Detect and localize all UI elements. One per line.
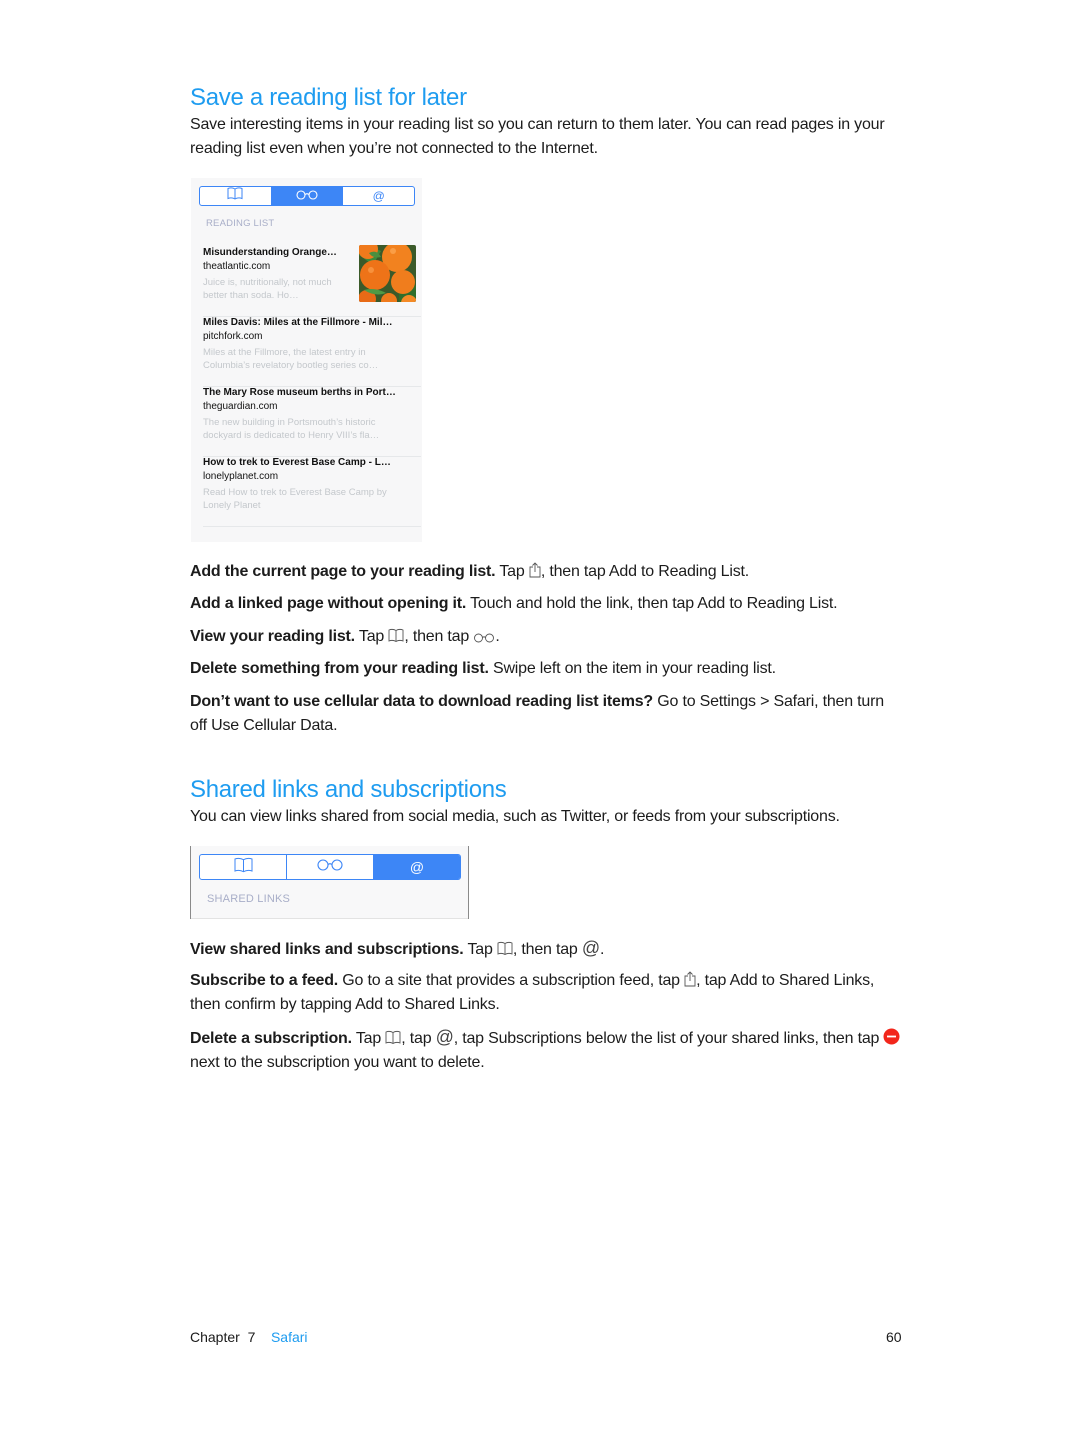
item-snippet: Juice is, nutritionally, not much better… [203,277,332,301]
item-domain: theguardian.com [203,401,278,412]
share-icon [684,971,696,987]
tip-delete-item: Delete something from your reading list.… [190,660,776,677]
footer-chapter: Chapter 7 Safari [190,1329,308,1345]
section-heading-reading-list: Save a reading list for later [190,84,467,111]
item-title: Misunderstanding Orange… [203,247,337,258]
tab-reading-list[interactable] [271,187,344,205]
tip-add-current-page: Add the current page to your reading lis… [190,562,750,580]
chapter-number: 7 [247,1329,256,1345]
section-intro-shared-links: You can view links shared from social me… [190,808,840,825]
reading-list-item[interactable]: How to trek to Everest Base Camp - L… lo… [203,457,421,527]
item-title: How to trek to Everest Base Camp - L… [203,457,391,468]
item-snippet: The new building in Portsmouth’s histori… [203,417,380,441]
bookmarks-book-icon [497,941,513,956]
bookmarks-book-icon [385,1030,401,1045]
at-icon: @ [435,1027,454,1047]
tip-view-shared-links: View shared links and subscriptions. Tap… [190,938,605,958]
reading-list-glasses-icon [295,187,319,205]
bookmarks-book-icon [227,187,243,205]
item-domain: theatlantic.com [203,261,271,272]
divider [203,526,421,527]
reading-list-section-label: READING LIST [206,218,275,229]
page-number: 60 [886,1329,902,1345]
reading-list-screenshot: @ READING LIST Misunderstanding Orange… … [191,178,422,542]
reading-list-item[interactable]: The Mary Rose museum berths in Port… the… [203,387,421,457]
chapter-label: Chapter [190,1329,240,1345]
item-domain: pitchfork.com [203,331,263,342]
segmented-control: @ [199,854,461,880]
shared-links-section-label: SHARED LINKS [207,893,291,905]
item-title: Miles Davis: Miles at the Fillmore - Mil… [203,317,393,328]
section-intro-reading-list: Save interesting items in your reading l… [190,116,885,157]
oranges-thumbnail-image [359,245,416,302]
bookmarks-book-icon [234,857,253,878]
reading-list-item[interactable]: Miles Davis: Miles at the Fillmore - Mil… [203,317,421,387]
tab-bookmarks[interactable] [200,855,287,879]
reading-list-glasses-icon [316,858,344,876]
delete-minus-icon [883,1028,900,1045]
at-icon: @ [581,938,600,958]
tab-shared-links[interactable]: @ [374,855,460,879]
shared-links-at-icon: @ [372,189,385,203]
tip-view-reading-list: View your reading list. Tap , then tap . [190,628,500,645]
chapter-name-link[interactable]: Safari [271,1329,308,1345]
reading-list-glasses-icon [473,633,495,643]
item-domain: lonelyplanet.com [203,471,279,482]
tip-subscribe-feed: Subscribe to a feed. Go to a site that p… [190,971,875,1013]
item-title: The Mary Rose museum berths in Port… [203,387,396,398]
item-snippet: Read How to trek to Everest Base Camp by… [203,487,387,511]
shared-links-screenshot: @ SHARED LINKS [190,846,469,919]
shared-links-at-icon: @ [409,859,425,875]
tip-delete-subscription: Delete a subscription. Tap , tap @, tap … [190,1026,905,1074]
section-heading-shared-links: Shared links and subscriptions [190,776,507,803]
bookmarks-book-icon [388,628,404,643]
tip-add-linked-page: Add a linked page without opening it. To… [190,595,838,612]
divider [191,918,468,919]
tab-reading-list[interactable] [287,855,374,879]
tab-bookmarks[interactable] [200,187,272,205]
item-snippet: Miles at the Fillmore, the latest entry … [203,347,379,371]
tab-shared-links[interactable]: @ [343,187,414,205]
segmented-control: @ [199,186,415,206]
share-icon [529,562,541,578]
tip-cellular-data: Don’t want to use cellular data to downl… [190,693,884,734]
